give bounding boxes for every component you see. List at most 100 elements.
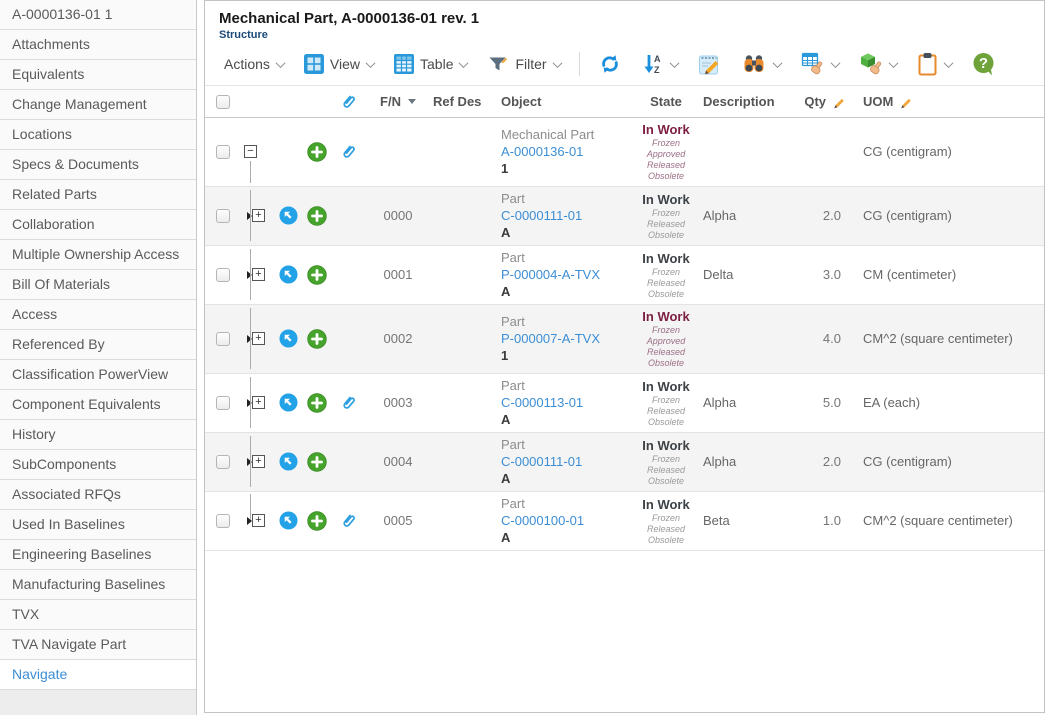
help-button[interactable]: ?: [965, 50, 1003, 78]
substate-label: Frozen: [629, 208, 703, 219]
expand-toggle[interactable]: −: [244, 145, 257, 158]
refdes-column-header: Ref Des: [433, 94, 501, 109]
sidebar-item-referenced-by[interactable]: Referenced By: [0, 330, 196, 360]
edit-button[interactable]: [691, 51, 728, 78]
expand-toggle[interactable]: +: [252, 209, 265, 222]
row-checkbox[interactable]: [216, 396, 230, 410]
expand-toggle[interactable]: +: [252, 396, 265, 409]
row-checkbox[interactable]: [216, 209, 230, 223]
refresh-button[interactable]: [591, 50, 629, 78]
select-all-checkbox[interactable]: [216, 95, 230, 109]
attachment-icon[interactable]: [339, 143, 357, 161]
sidebar-item-tva-navigate-part[interactable]: TVA Navigate Part: [0, 630, 196, 660]
table-row: + 0005 Part C-0000100-01 A In Work Froze…: [205, 492, 1044, 551]
expand-toggle[interactable]: +: [252, 514, 265, 527]
qty-column-header: Qty: [803, 94, 851, 109]
sidebar-item-locations[interactable]: Locations: [0, 120, 196, 150]
row-checkbox[interactable]: [216, 455, 230, 469]
object-link[interactable]: P-000007-A-TVX: [501, 330, 629, 347]
add-icon[interactable]: [307, 452, 327, 472]
attachment-icon[interactable]: [339, 394, 357, 412]
expand-toggle[interactable]: +: [252, 455, 265, 468]
sidebar-item-manufacturing-baselines[interactable]: Manufacturing Baselines: [0, 570, 196, 600]
object-cell: Part C-0000111-01 A: [501, 436, 629, 487]
add-icon[interactable]: [307, 393, 327, 413]
page-subtitle: Structure: [219, 29, 1030, 41]
table-icon: [394, 54, 414, 74]
sidebar-item-change-management[interactable]: Change Management: [0, 90, 196, 120]
tree-line: [250, 308, 251, 369]
filter-menu[interactable]: Filter: [480, 52, 567, 76]
object-link[interactable]: P-000004-A-TVX: [501, 266, 629, 283]
navigate-icon[interactable]: [279, 206, 298, 225]
add-icon[interactable]: [307, 511, 327, 531]
sidebar-item-related-parts[interactable]: Related Parts: [0, 180, 196, 210]
description-value: Alpha: [703, 395, 803, 410]
object-cell: Part P-000004-A-TVX A: [501, 249, 629, 300]
actions-menu[interactable]: Actions: [217, 54, 291, 74]
sidebar-item-attachments[interactable]: Attachments: [0, 30, 196, 60]
tree-line: [250, 377, 251, 428]
sidebar-item-collaboration[interactable]: Collaboration: [0, 210, 196, 240]
navigate-icon[interactable]: [279, 329, 298, 348]
row-checkbox[interactable]: [216, 332, 230, 346]
clipboard-button[interactable]: [910, 50, 959, 78]
sidebar-item-history[interactable]: History: [0, 420, 196, 450]
substate-label: Frozen: [629, 395, 703, 406]
sidebar-item-access[interactable]: Access: [0, 300, 196, 330]
sidebar-item-subcomponents[interactable]: SubComponents: [0, 450, 196, 480]
sidebar-item-bill-of-materials[interactable]: Bill Of Materials: [0, 270, 196, 300]
table-menu[interactable]: Table: [387, 52, 474, 76]
expand-toggle[interactable]: +: [252, 268, 265, 281]
edit-pencil-icon[interactable]: [898, 95, 912, 109]
object-link[interactable]: C-0000113-01: [501, 394, 629, 411]
add-icon[interactable]: [307, 265, 327, 285]
paperclip-icon: [339, 93, 357, 111]
view-menu[interactable]: View: [297, 52, 381, 76]
object-link[interactable]: C-0000111-01: [501, 207, 629, 224]
navigate-icon[interactable]: [279, 393, 298, 412]
substate-label: Released: [629, 465, 703, 476]
navigate-icon[interactable]: [279, 265, 298, 284]
sidebar-item-component-equivalents[interactable]: Component Equivalents: [0, 390, 196, 420]
row-checkbox[interactable]: [216, 268, 230, 282]
sidebar-item-tvx[interactable]: TVX: [0, 600, 196, 630]
add-icon[interactable]: [307, 329, 327, 349]
row-checkbox[interactable]: [216, 145, 230, 159]
sidebar-item-used-in-baselines[interactable]: Used In Baselines: [0, 510, 196, 540]
sidebar-item-equivalents[interactable]: Equivalents: [0, 60, 196, 90]
object-link[interactable]: C-0000100-01: [501, 512, 629, 529]
navigate-icon[interactable]: [279, 452, 298, 471]
state-cell: In Work FrozenReleasedObsolete: [629, 437, 703, 487]
sidebar-item-a-0000136-01-1[interactable]: A-0000136-01 1: [0, 0, 196, 30]
search-binoculars-button[interactable]: [734, 51, 788, 77]
sort-az-button[interactable]: AZ: [635, 50, 685, 78]
sidebar-item-associated-rfqs[interactable]: Associated RFQs: [0, 480, 196, 510]
object-link[interactable]: A-0000136-01: [501, 143, 629, 160]
sidebar-item-classification-powerview[interactable]: Classification PowerView: [0, 360, 196, 390]
object-column-header: Object: [501, 94, 629, 109]
object-link[interactable]: C-0000111-01: [501, 453, 629, 470]
substate-label: Obsolete: [629, 476, 703, 487]
sidebar-item-specs-documents[interactable]: Specs & Documents: [0, 150, 196, 180]
fn-column-header[interactable]: F/N: [363, 94, 433, 109]
fn-value: 0004: [363, 454, 433, 469]
add-icon[interactable]: [307, 206, 327, 226]
attachment-icon[interactable]: [339, 512, 357, 530]
apply-button[interactable]: [852, 50, 904, 78]
description-column-header: Description: [703, 94, 803, 109]
sidebar-item-multiple-ownership-access[interactable]: Multiple Ownership Access: [0, 240, 196, 270]
expand-toggle[interactable]: +: [252, 332, 265, 345]
state-cell: In Work FrozenReleasedObsolete: [629, 191, 703, 241]
uom-value: CM (centimeter): [851, 267, 1044, 282]
navigate-icon[interactable]: [279, 511, 298, 530]
tree-line: [250, 161, 251, 184]
sidebar-item-engineering-baselines[interactable]: Engineering Baselines: [0, 540, 196, 570]
row-checkbox[interactable]: [216, 514, 230, 528]
edit-pencil-icon[interactable]: [831, 95, 845, 109]
state-value: In Work: [629, 437, 703, 454]
qty-value: 2.0: [803, 208, 851, 223]
sidebar-item-navigate[interactable]: Navigate: [0, 660, 196, 690]
table-select-button[interactable]: [794, 50, 846, 78]
add-icon[interactable]: [307, 142, 327, 162]
